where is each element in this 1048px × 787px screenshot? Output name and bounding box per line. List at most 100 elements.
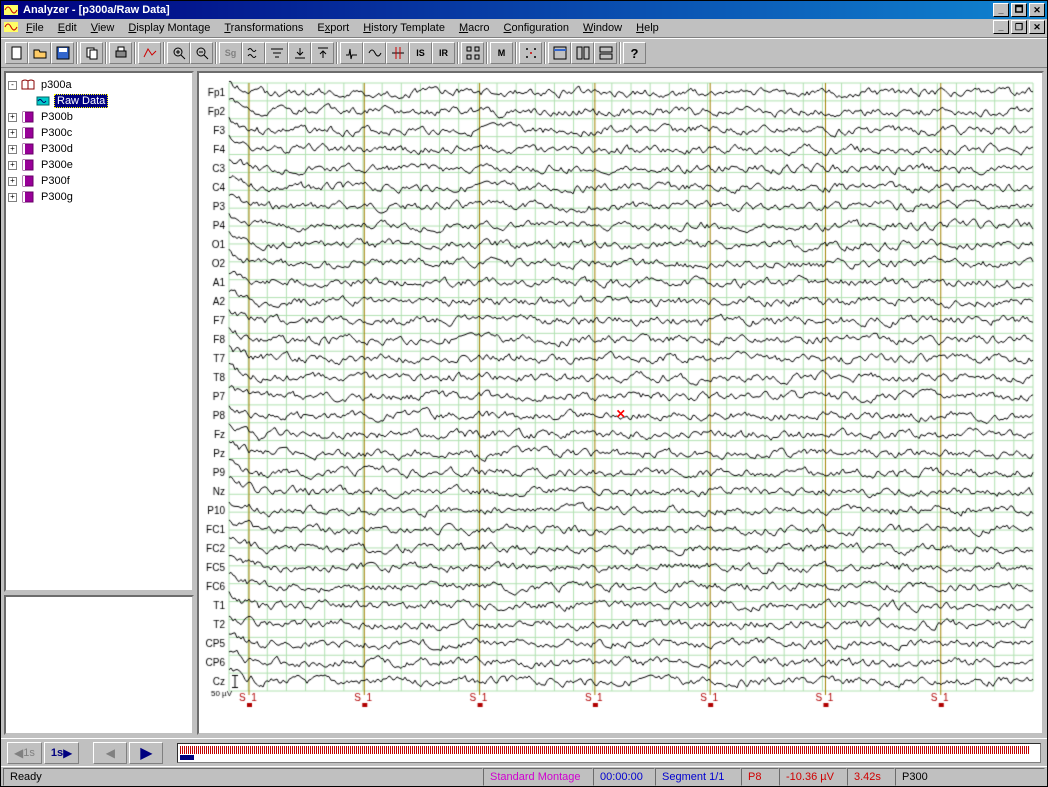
- toolbar-grid-button[interactable]: [461, 42, 484, 64]
- tree-item-p300b[interactable]: + P300b: [8, 109, 190, 125]
- status-channel: P8: [741, 768, 779, 786]
- step-forward-button[interactable]: 1s▶: [44, 742, 79, 764]
- rewind-button[interactable]: ◀: [93, 742, 127, 764]
- book-closed-icon: [20, 174, 36, 188]
- status-value: -10.36 µV: [779, 768, 847, 786]
- menu-transformations[interactable]: Transformations: [217, 21, 310, 35]
- status-tpos: 3.42s: [847, 768, 895, 786]
- toolbar-zoom-out-button[interactable]: [190, 42, 213, 64]
- toolbar-win2-button[interactable]: [571, 42, 594, 64]
- toolbar-waves-button[interactable]: [242, 42, 265, 64]
- maximize-button[interactable]: 🗖: [1011, 3, 1027, 17]
- properties-panel: [4, 595, 194, 735]
- tree-label[interactable]: P300g: [39, 191, 75, 203]
- tree-label[interactable]: P300d: [39, 143, 75, 155]
- toolbar-filter-button[interactable]: [265, 42, 288, 64]
- expand-icon[interactable]: +: [8, 177, 17, 186]
- tree-label[interactable]: P300c: [39, 127, 74, 139]
- toolbar-dots-button[interactable]: [519, 42, 542, 64]
- mdi-close-button[interactable]: ✕: [1029, 20, 1045, 34]
- timeline-thumb[interactable]: [180, 755, 194, 760]
- book-closed-icon: [20, 126, 36, 140]
- eeg-canvas[interactable]: [199, 73, 1037, 713]
- tree-item-p300e[interactable]: + P300e: [8, 157, 190, 173]
- toolbar-zoom-in-button[interactable]: [167, 42, 190, 64]
- toolbar-save-button[interactable]: [51, 42, 74, 64]
- toolbar-plot-toggle-button[interactable]: [138, 42, 161, 64]
- timeline-markers: [180, 746, 1030, 754]
- toolbar-help-button[interactable]: ?: [623, 42, 646, 64]
- toolbar-copy-button[interactable]: [80, 42, 103, 64]
- expand-icon[interactable]: +: [8, 193, 17, 202]
- book-closed-icon: [20, 110, 36, 124]
- expand-icon[interactable]: +: [8, 145, 17, 154]
- tree-item-p300f[interactable]: + P300f: [8, 173, 190, 189]
- tree-label[interactable]: P300b: [39, 111, 75, 123]
- toolbar-win3-button[interactable]: [594, 42, 617, 64]
- book-open-icon: [20, 78, 36, 92]
- toolbar-cut-button[interactable]: [386, 42, 409, 64]
- close-button[interactable]: ✕: [1029, 3, 1045, 17]
- status-segment: Segment 1/1: [655, 768, 741, 786]
- navigation-bar: ◀1s 1s▶ ◀ ▶: [1, 738, 1047, 766]
- tree-item-p300c[interactable]: + P300c: [8, 125, 190, 141]
- toolbar-marker-down-button[interactable]: [288, 42, 311, 64]
- toolbar-marker-up-button[interactable]: [311, 42, 334, 64]
- status-time: 00:00:00: [593, 768, 655, 786]
- menu-help[interactable]: Help: [629, 21, 666, 35]
- toolbar-M-button[interactable]: M: [490, 42, 513, 64]
- window-title: Analyzer - [p300a/Raw Data]: [23, 4, 991, 16]
- timeline-scrollbar[interactable]: [177, 743, 1041, 763]
- minimize-button[interactable]: _: [993, 3, 1009, 17]
- toolbar-IS-button[interactable]: IS: [409, 42, 432, 64]
- menu-export[interactable]: Export: [310, 21, 356, 35]
- menu-bar: FileEditViewDisplay MontageTransformatio…: [1, 19, 1047, 38]
- tree-item-raw-data[interactable]: Raw Data: [8, 93, 190, 109]
- toolbar-open-button[interactable]: [28, 42, 51, 64]
- tree-label[interactable]: Raw Data: [54, 94, 108, 108]
- menu-file[interactable]: File: [19, 21, 51, 35]
- menu-edit[interactable]: Edit: [51, 21, 84, 35]
- status-dataset: P300: [895, 768, 1045, 786]
- menu-window[interactable]: Window: [576, 21, 629, 35]
- expand-icon[interactable]: +: [8, 161, 17, 170]
- menu-configuration[interactable]: Configuration: [497, 21, 576, 35]
- menu-macro[interactable]: Macro: [452, 21, 497, 35]
- tree-label[interactable]: p300a: [39, 79, 74, 91]
- tree-item-p300g[interactable]: + P300g: [8, 189, 190, 205]
- toolbar-sg-button[interactable]: Sg: [219, 42, 242, 64]
- status-bar: Ready Standard Montage 00:00:00 Segment …: [1, 766, 1047, 786]
- book-closed-icon: [20, 190, 36, 204]
- status-montage: Standard Montage: [483, 768, 593, 786]
- history-tree[interactable]: - p300a Raw Data + P300b + P300c + P300d + P300e + P…: [4, 71, 194, 592]
- book-closed-icon: [20, 142, 36, 156]
- toolbar-IR-button[interactable]: IR: [432, 42, 455, 64]
- tree-label[interactable]: P300e: [39, 159, 75, 171]
- toolbar-pulse1-button[interactable]: [340, 42, 363, 64]
- expand-icon[interactable]: +: [8, 113, 17, 122]
- tree-item-p300a[interactable]: - p300a: [8, 77, 190, 93]
- toolbar-pulse2-button[interactable]: [363, 42, 386, 64]
- app-icon: [3, 2, 19, 18]
- eeg-view[interactable]: ✕: [197, 71, 1044, 735]
- mdi-app-icon[interactable]: [3, 19, 19, 38]
- menu-history-template[interactable]: History Template: [356, 21, 452, 35]
- cursor-marker: ✕: [616, 407, 626, 421]
- play-button[interactable]: ▶: [129, 742, 163, 764]
- step-back-button[interactable]: ◀1s: [7, 742, 42, 764]
- expand-icon[interactable]: +: [8, 129, 17, 138]
- mdi-restore-button[interactable]: ❐: [1011, 20, 1027, 34]
- mdi-minimize-button[interactable]: _: [993, 20, 1009, 34]
- dataset-icon: [35, 94, 51, 108]
- menu-display-montage[interactable]: Display Montage: [121, 21, 217, 35]
- book-closed-icon: [20, 158, 36, 172]
- client-area: - p300a Raw Data + P300b + P300c + P300d + P300e + P…: [1, 68, 1047, 738]
- collapse-icon[interactable]: -: [8, 81, 17, 90]
- menu-view[interactable]: View: [84, 21, 122, 35]
- toolbar-win1-button[interactable]: [548, 42, 571, 64]
- toolbar-new-button[interactable]: [5, 42, 28, 64]
- title-bar: Analyzer - [p300a/Raw Data] _ 🗖 ✕: [1, 1, 1047, 19]
- tree-item-p300d[interactable]: + P300d: [8, 141, 190, 157]
- toolbar-print-button[interactable]: [109, 42, 132, 64]
- tree-label[interactable]: P300f: [39, 175, 72, 187]
